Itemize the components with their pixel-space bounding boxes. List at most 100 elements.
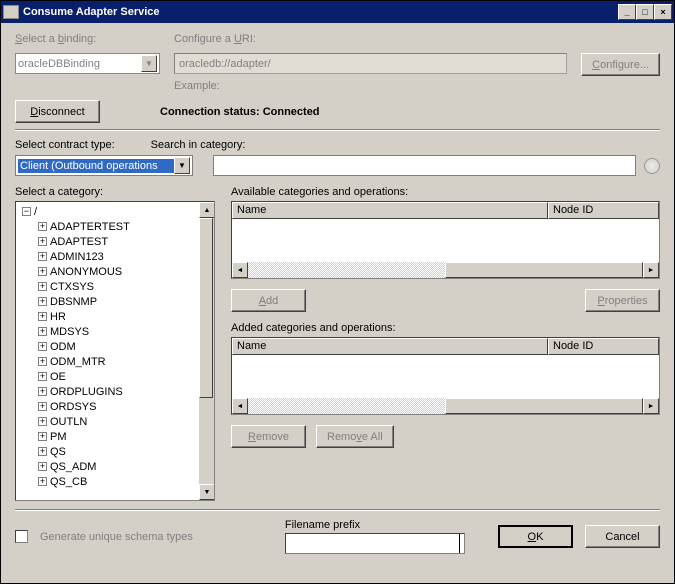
scroll-left-icon[interactable]: ◄ bbox=[232, 398, 248, 414]
dialog-content: Select a binding: Configure a URI: oracl… bbox=[1, 23, 674, 583]
right-column: Available categories and operations: Nam… bbox=[231, 186, 660, 501]
uri-value: oracledb://adapter/ bbox=[179, 58, 271, 70]
connection-status: Connection status: Connected bbox=[160, 106, 320, 118]
scroll-right-icon[interactable]: ► bbox=[643, 398, 659, 414]
expand-icon[interactable]: + bbox=[38, 327, 47, 336]
expand-icon[interactable]: + bbox=[38, 477, 47, 486]
schema-label: Generate unique schema types bbox=[40, 531, 193, 543]
added-table[interactable]: Name Node ID ◄ ► bbox=[231, 337, 660, 415]
columns: Select a category: −/+ADAPTERTEST+ADAPTE… bbox=[15, 186, 660, 501]
category-tree[interactable]: −/+ADAPTERTEST+ADAPTEST+ADMIN123+ANONYMO… bbox=[15, 201, 215, 501]
tree-item[interactable]: +OE bbox=[20, 369, 210, 384]
expand-icon[interactable]: + bbox=[38, 357, 47, 366]
tree-item[interactable]: +ORDPLUGINS bbox=[20, 384, 210, 399]
available-table[interactable]: Name Node ID ◄ ► bbox=[231, 201, 660, 279]
window-title: Consume Adapter Service bbox=[23, 6, 618, 18]
minimize-button[interactable]: _ bbox=[618, 4, 636, 20]
example-row: Example: bbox=[15, 80, 660, 92]
scroll-right-icon[interactable]: ► bbox=[643, 262, 659, 278]
tree-item[interactable]: +ADMIN123 bbox=[20, 249, 210, 264]
chevron-down-icon: ▼ bbox=[141, 55, 157, 72]
removeall-button[interactable]: Remove All bbox=[316, 425, 394, 448]
binding-combo[interactable]: oracleDBBinding ▼ bbox=[15, 53, 160, 74]
scroll-thumb[interactable] bbox=[199, 218, 213, 398]
expand-icon[interactable]: + bbox=[38, 312, 47, 321]
tree-item[interactable]: +ODM bbox=[20, 339, 210, 354]
tree-item[interactable]: +ANONYMOUS bbox=[20, 264, 210, 279]
expand-icon[interactable]: + bbox=[38, 252, 47, 261]
expand-icon[interactable]: + bbox=[38, 372, 47, 381]
avail-buttons: Add Properties bbox=[231, 289, 660, 312]
scroll-down-icon[interactable]: ▼ bbox=[199, 484, 215, 500]
divider bbox=[15, 129, 660, 131]
cancel-button[interactable]: Cancel bbox=[585, 525, 660, 548]
expand-icon[interactable]: + bbox=[38, 432, 47, 441]
top-row2: oracleDBBinding ▼ oracledb://adapter/ Co… bbox=[15, 53, 660, 76]
available-hscroll[interactable]: ◄ ► bbox=[232, 262, 659, 278]
left-column: Select a category: −/+ADAPTERTEST+ADAPTE… bbox=[15, 186, 215, 501]
available-col-name[interactable]: Name bbox=[232, 202, 548, 219]
expand-icon[interactable]: + bbox=[38, 342, 47, 351]
expand-icon[interactable]: + bbox=[38, 297, 47, 306]
top-row: Select a binding: Configure a URI: bbox=[15, 33, 660, 45]
tree-item[interactable]: +HR bbox=[20, 309, 210, 324]
tree-item[interactable]: +QS_ADM bbox=[20, 459, 210, 474]
search-input[interactable] bbox=[213, 155, 636, 176]
expand-icon[interactable]: + bbox=[38, 222, 47, 231]
expand-icon[interactable]: + bbox=[38, 387, 47, 396]
tree-item[interactable]: +QS_CB bbox=[20, 474, 210, 489]
available-label: Available categories and operations: bbox=[231, 186, 660, 198]
chevron-down-icon: ▼ bbox=[174, 157, 190, 174]
added-col-name[interactable]: Name bbox=[232, 338, 548, 355]
search-label: Search in category: bbox=[151, 139, 246, 151]
tree-item[interactable]: +ODM_MTR bbox=[20, 354, 210, 369]
close-button[interactable]: × bbox=[654, 4, 672, 20]
disconnect-button[interactable]: Disconnect bbox=[15, 100, 100, 123]
uri-input: oracledb://adapter/ bbox=[174, 53, 567, 74]
tree-item[interactable]: +ORDSYS bbox=[20, 399, 210, 414]
maximize-button[interactable]: □ bbox=[636, 4, 654, 20]
scroll-up-icon[interactable]: ▲ bbox=[199, 202, 215, 218]
expand-icon[interactable]: + bbox=[38, 267, 47, 276]
schema-checkbox[interactable] bbox=[15, 530, 28, 543]
search-icon[interactable] bbox=[644, 158, 660, 174]
tree-item[interactable]: +QS bbox=[20, 444, 210, 459]
tree-item[interactable]: +OUTLN bbox=[20, 414, 210, 429]
tree-item[interactable]: +CTXSYS bbox=[20, 279, 210, 294]
added-col-nodeid[interactable]: Node ID bbox=[548, 338, 659, 355]
add-button[interactable]: Add bbox=[231, 289, 306, 312]
tree-scrollbar[interactable]: ▲ ▼ bbox=[198, 202, 214, 500]
connection-row: Disconnect Connection status: Connected bbox=[15, 100, 660, 123]
expand-icon[interactable]: + bbox=[38, 462, 47, 471]
expand-icon[interactable]: + bbox=[38, 447, 47, 456]
added-hscroll[interactable]: ◄ ► bbox=[232, 398, 659, 414]
expand-icon[interactable]: + bbox=[38, 417, 47, 426]
expand-icon[interactable]: + bbox=[38, 282, 47, 291]
properties-button[interactable]: Properties bbox=[585, 289, 660, 312]
contract-combo[interactable]: Client (Outbound operations ▼ bbox=[15, 155, 193, 176]
titlebar[interactable]: Consume Adapter Service _ □ × bbox=[1, 1, 674, 23]
expand-icon[interactable]: + bbox=[38, 402, 47, 411]
scroll-left-icon[interactable]: ◄ bbox=[232, 262, 248, 278]
available-col-nodeid[interactable]: Node ID bbox=[548, 202, 659, 219]
tree-item[interactable]: +MDSYS bbox=[20, 324, 210, 339]
remove-button[interactable]: Remove bbox=[231, 425, 306, 448]
category-label: Select a category: bbox=[15, 186, 215, 198]
footer: Generate unique schema types Filename pr… bbox=[15, 519, 660, 554]
example-label: Example: bbox=[174, 80, 220, 92]
tree-item[interactable]: +DBSNMP bbox=[20, 294, 210, 309]
configure-button[interactable]: Configure... bbox=[581, 53, 660, 76]
added-label: Added categories and operations: bbox=[231, 322, 660, 334]
dialog-window: Consume Adapter Service _ □ × Select a b… bbox=[0, 0, 675, 584]
ok-button[interactable]: OK bbox=[498, 525, 573, 548]
tree-item[interactable]: +ADAPTERTEST bbox=[20, 219, 210, 234]
uri-label: Configure a URI: bbox=[174, 33, 556, 45]
expand-icon[interactable]: + bbox=[38, 237, 47, 246]
binding-label: Select a binding: bbox=[15, 33, 160, 45]
tree-item[interactable]: +ADAPTEST bbox=[20, 234, 210, 249]
contract-label: Select contract type: bbox=[15, 139, 115, 151]
fileprefix-input[interactable] bbox=[285, 533, 465, 554]
tree-item[interactable]: +PM bbox=[20, 429, 210, 444]
tree-root[interactable]: −/ bbox=[20, 204, 210, 219]
collapse-icon[interactable]: − bbox=[22, 207, 31, 216]
